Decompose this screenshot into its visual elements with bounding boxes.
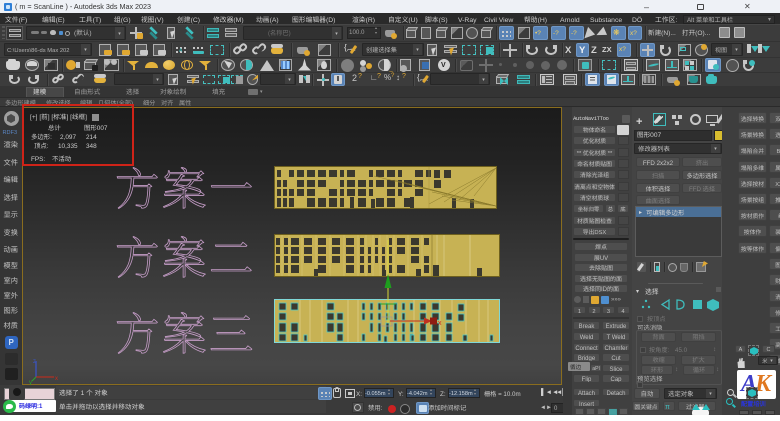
svg-text:x: x	[55, 376, 58, 382]
svg-text:z: z	[33, 359, 36, 365]
svg-text:x: x	[438, 320, 442, 327]
